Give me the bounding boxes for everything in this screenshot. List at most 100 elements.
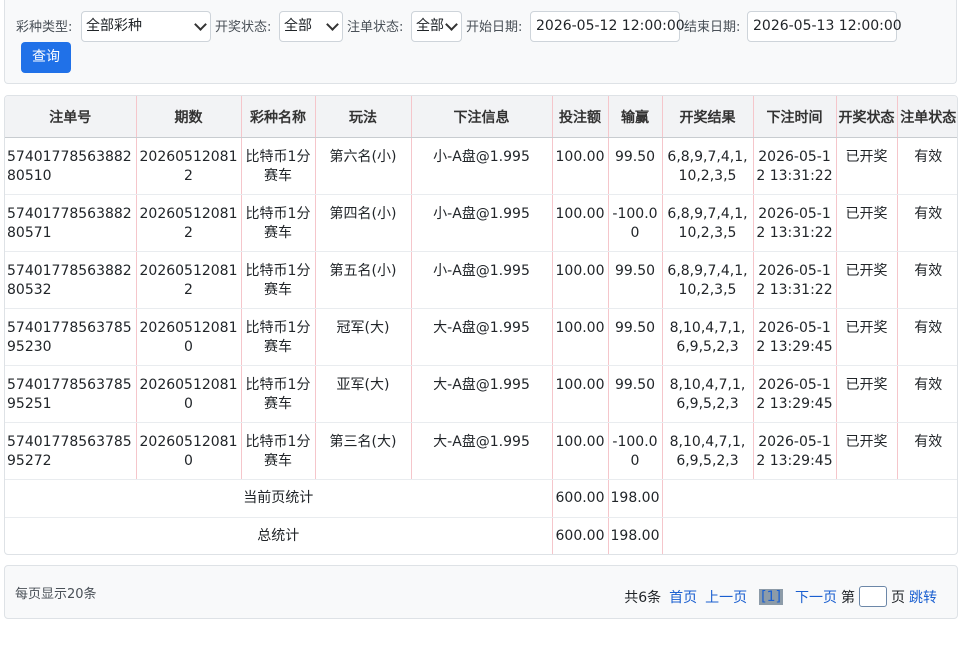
bet-status-label: 注单状态: <box>347 20 404 35</box>
column-header: 下注信息 <box>411 96 553 138</box>
table-cell: 100.00 <box>552 137 609 195</box>
summary-win-total: 198.00 <box>608 479 663 518</box>
lottery-type-select[interactable]: 全部彩种 <box>81 11 211 42</box>
column-header: 玩法 <box>315 96 412 138</box>
table-cell: 6,8,9,7,4,1,10,2,3,5 <box>662 194 754 252</box>
table-row: 5740177856378595251 202605120810 比特币1分赛车 亚军… <box>5 365 957 423</box>
per-page-text: 每页显示20条 <box>15 587 97 602</box>
table-cell: 100.00 <box>552 365 609 423</box>
next-page-link[interactable]: 下一页 <box>795 587 837 607</box>
table-cell: 已开奖 <box>836 308 898 366</box>
table-cell: 第六名(小) <box>315 137 412 195</box>
query-button[interactable]: 查询 <box>21 42 71 73</box>
table-cell: 亚军(大) <box>315 365 412 423</box>
summary-label: 总统计 <box>5 517 553 554</box>
table-cell: 202605120812 <box>136 194 242 252</box>
table-cell: 202605120810 <box>136 308 242 366</box>
table-cell: 5740177856388280510 <box>5 137 137 195</box>
grand-summary-row: 总统计 600.00 198.00 <box>5 517 957 554</box>
jump-link[interactable]: 跳转 <box>909 587 937 607</box>
table-cell: 2026-05-12 13:31:22 <box>753 137 837 195</box>
table-cell: 202605120812 <box>136 137 242 195</box>
table-cell: 8,10,4,7,1,6,9,5,2,3 <box>662 365 754 423</box>
column-header: 下注时间 <box>753 96 837 138</box>
table-row: 5740177856388280571 202605120812 比特币1分赛车 第四… <box>5 194 957 252</box>
table-cell: 大-A盘@1.995 <box>411 422 553 480</box>
table-cell: 已开奖 <box>836 137 898 195</box>
lottery-type-value: 全部彩种 <box>86 18 142 34</box>
table-cell: 比特币1分赛车 <box>241 137 316 195</box>
chevron-down-icon <box>326 18 339 31</box>
end-date-input[interactable]: 2026-05-13 12:00:00 <box>747 11 902 42</box>
summary-bet-total: 600.00 <box>552 517 609 554</box>
table-cell: 6,8,9,7,4,1,10,2,3,5 <box>662 137 754 195</box>
column-header: 输赢 <box>608 96 663 138</box>
pagination-controls: 共6条 首页 上一页 [1] 下一页 第 页 跳转 <box>624 586 941 607</box>
table-cell: 99.50 <box>608 137 663 195</box>
bet-status-value: 全部 <box>416 18 444 34</box>
chevron-down-icon <box>194 18 207 31</box>
filter-bar: 彩种类型: 全部彩种 开奖状态: 全部 注单状态: 全部 开始日期: 2026-… <box>4 0 957 84</box>
prev-page-link[interactable]: 上一页 <box>705 587 747 607</box>
table-cell: -100.00 <box>608 422 663 480</box>
table-cell: 第三名(大) <box>315 422 412 480</box>
table-cell: 有效 <box>897 365 957 423</box>
table-cell: 有效 <box>897 422 957 480</box>
table-header-row: 注单号 期数 彩种名称 玩法 下注信息 投注额 输赢 开奖结果 下注时间 开奖状态 注单状态 <box>5 96 957 138</box>
table-cell: 202605120810 <box>136 422 242 480</box>
table-cell: 小-A盘@1.995 <box>411 194 553 252</box>
summary-label: 当前页统计 <box>5 479 553 518</box>
table-cell: 已开奖 <box>836 422 898 480</box>
table-cell: 2026-05-12 13:31:22 <box>753 194 837 252</box>
table-cell: 比特币1分赛车 <box>241 422 316 480</box>
end-date-label: 结束日期: <box>684 20 741 35</box>
total-count: 共6条 <box>624 589 662 606</box>
table-row: 5740177856388280510 202605120812 比特币1分赛车 第六… <box>5 137 957 195</box>
summary-bet-total: 600.00 <box>552 479 609 518</box>
table-cell: 有效 <box>897 308 957 366</box>
table-cell: 5740177856378595230 <box>5 308 137 366</box>
table-cell: 有效 <box>897 251 957 309</box>
table-cell: 已开奖 <box>836 251 898 309</box>
table-cell: 冠军(大) <box>315 308 412 366</box>
table-cell: 有效 <box>897 137 957 195</box>
column-header: 注单号 <box>5 96 137 138</box>
summary-empty <box>662 517 957 554</box>
table-cell: 100.00 <box>552 194 609 252</box>
table-cell: 小-A盘@1.995 <box>411 137 553 195</box>
start-date-label: 开始日期: <box>466 20 523 35</box>
table-cell: 比特币1分赛车 <box>241 308 316 366</box>
table-cell: 99.50 <box>608 308 663 366</box>
summary-win-total: 198.00 <box>608 517 663 554</box>
page-summary-row: 当前页统计 600.00 198.00 <box>5 479 957 518</box>
table-cell: 100.00 <box>552 251 609 309</box>
table-cell: 第五名(小) <box>315 251 412 309</box>
pagination-bar: 每页显示20条 共6条 首页 上一页 [1] 下一页 第 页 跳转 <box>4 565 958 619</box>
lottery-type-label: 彩种类型: <box>16 20 73 35</box>
first-page-link[interactable]: 首页 <box>669 587 697 607</box>
page-number-input[interactable] <box>859 586 887 607</box>
table-cell: 比特币1分赛车 <box>241 194 316 252</box>
table-cell: 99.50 <box>608 251 663 309</box>
summary-empty <box>662 479 957 518</box>
table-cell: 大-A盘@1.995 <box>411 308 553 366</box>
table-cell: 比特币1分赛车 <box>241 365 316 423</box>
table-cell: 5740177856388280532 <box>5 251 137 309</box>
table-cell: 99.50 <box>608 365 663 423</box>
table-cell: 202605120812 <box>136 251 242 309</box>
start-date-input[interactable]: 2026-05-12 12:00:00 <box>530 11 685 42</box>
table-cell: 2026-05-12 13:31:22 <box>753 251 837 309</box>
table-row: 5740177856378595272 202605120810 比特币1分赛车 第三… <box>5 422 957 480</box>
draw-status-select[interactable]: 全部 <box>279 11 343 42</box>
table-row: 5740177856388280532 202605120812 比特币1分赛车 第五… <box>5 251 957 309</box>
column-header: 投注额 <box>552 96 609 138</box>
table-cell: 大-A盘@1.995 <box>411 365 553 423</box>
table-cell: 比特币1分赛车 <box>241 251 316 309</box>
table-cell: 小-A盘@1.995 <box>411 251 553 309</box>
table-cell: -100.00 <box>608 194 663 252</box>
table-cell: 2026-05-12 13:29:45 <box>753 365 837 423</box>
table-cell: 5740177856388280571 <box>5 194 137 252</box>
draw-status-label: 开奖状态: <box>215 20 272 35</box>
bet-status-select[interactable]: 全部 <box>411 11 462 42</box>
table-cell: 8,10,4,7,1,6,9,5,2,3 <box>662 308 754 366</box>
